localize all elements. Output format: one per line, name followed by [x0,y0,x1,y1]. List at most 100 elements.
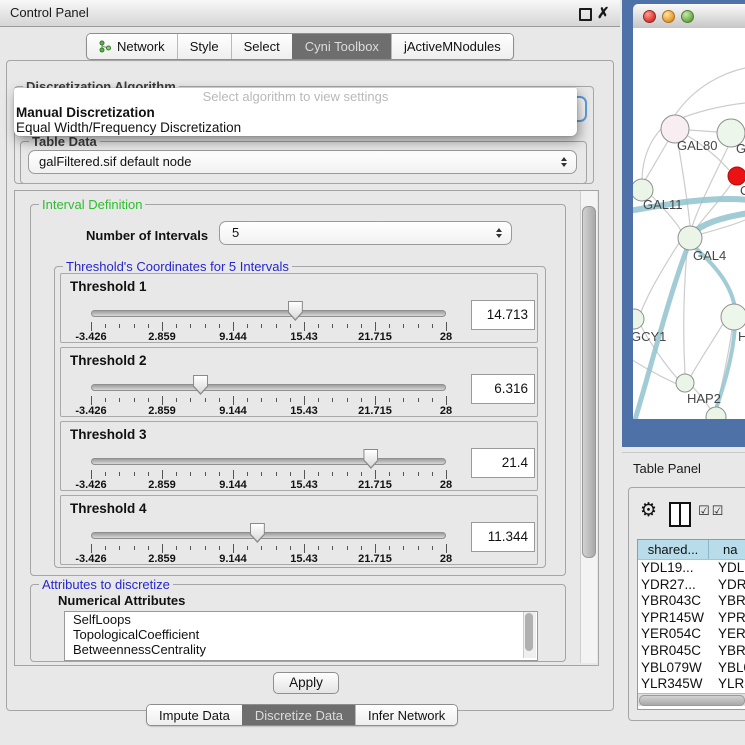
network-view-canvas[interactable]: GAL80 GA C GAL11 GAL4 GCY1 H HAP2 [633,28,745,419]
slider-tick [389,472,390,476]
node-bottom-partial[interactable] [706,407,726,419]
column-header-name[interactable]: na [709,540,745,559]
slider-thumb[interactable] [250,523,265,543]
attribute-item[interactable]: BetweennessCentrality [65,642,537,657]
table-row[interactable]: YLR345WYLR3 [638,676,745,693]
node-table-header: shared... na [638,540,745,560]
table-cell[interactable]: YDR27... [638,577,712,594]
threshold-3-value-field[interactable]: 21.4 [471,448,535,478]
table-cell[interactable]: YER0 [712,626,745,643]
slider-tick [304,396,305,405]
table-cell[interactable]: YBR0 [712,643,745,660]
table-cell[interactable]: YBR0 [712,593,745,610]
table-row[interactable]: YDR27...YDR2 [638,577,745,594]
close-traffic-light-icon[interactable] [643,10,656,23]
number-of-intervals-combobox[interactable]: 5 [219,221,512,245]
algorithm-option-equal-width-frequency[interactable]: Equal Width/Frequency Discretization [14,120,577,135]
close-icon[interactable]: ✗ [597,4,610,22]
slider-tick [290,472,291,476]
slider-track[interactable] [91,310,446,317]
table-row[interactable]: YBR043CYBR0 [638,593,745,610]
gear-icon[interactable]: ⚙ [640,499,657,521]
threshold-2-value-field[interactable]: 6.316 [471,374,535,404]
slider-tick [276,472,277,476]
minimize-traffic-light-icon[interactable] [662,10,675,23]
algorithm-option-manual-discretization[interactable]: Manual Discretization [14,105,577,120]
slider-tick-label: 9.144 [219,331,247,343]
slider-track[interactable] [91,532,446,539]
table-cell[interactable]: YBL0 [712,660,745,677]
table-row[interactable]: YBL079WYBL0 [638,660,745,677]
table-cell[interactable]: YLR345W [638,676,712,693]
slider-tick-label: 9.144 [219,405,247,417]
node-h[interactable] [721,304,745,330]
attribute-item[interactable]: SelfLoops [65,612,537,627]
node-table-body: YDL19...YDL1YDR27...YDR2YBR043CYBR0YPR14… [638,560,745,709]
slider-tick [290,324,291,328]
slider-tick [162,322,163,331]
slider-tick-label: -3.426 [75,405,106,417]
slider-tick [105,324,106,328]
slider-thumb[interactable] [193,375,208,395]
float-window-icon[interactable] [579,8,592,21]
table-row[interactable]: YER054CYER0 [638,626,745,643]
slider-tick [361,398,362,402]
attribute-item[interactable]: TopologicalCoefficient [65,627,537,642]
settings-scrollbar-thumb[interactable] [582,206,596,558]
slider-tick [290,398,291,402]
table-cell[interactable]: YDL19... [638,560,712,577]
table-data-combobox-value: galFiltered.sif default node [29,154,191,169]
table-data-combobox[interactable]: galFiltered.sif default node [28,150,577,174]
tab-cyni-toolbox[interactable]: Cyni Toolbox [292,34,391,59]
algorithm-popup-hint: Select algorithm to view settings [14,88,577,105]
node-hap2[interactable] [676,374,694,392]
attributes-scrollbar-thumb[interactable] [525,613,533,651]
tab-discretize-data[interactable]: Discretize Data [242,705,355,725]
table-panel-title: Table Panel [633,461,701,476]
tab-style[interactable]: Style [177,34,231,59]
table-cell[interactable]: YBL079W [638,660,712,677]
slider-track[interactable] [91,384,446,391]
table-row[interactable]: YPR145WYPR1 [638,610,745,627]
checkbox-icons[interactable]: ☑☑ [698,504,725,519]
slider-tick-labels: -3.4262.8599.14415.4321.71528 [91,479,446,491]
table-cell[interactable]: YBR043C [638,593,712,610]
slider-tick-row [91,544,446,553]
threshold-3-slider[interactable] [91,452,446,472]
slider-thumb[interactable] [288,301,303,321]
threshold-4-value-field[interactable]: 11.344 [471,522,535,552]
node-gal4[interactable] [678,226,702,250]
tab-select[interactable]: Select [231,34,292,59]
slider-tick [318,324,319,328]
numerical-attributes-list[interactable]: SelfLoopsTopologicalCoefficientBetweenne… [64,611,538,661]
slider-track[interactable] [91,458,446,465]
table-cell[interactable]: YPR145W [638,610,712,627]
table-hscrollbar-thumb[interactable] [639,695,745,706]
threshold-4-slider[interactable] [91,526,446,546]
threshold-1-slider[interactable] [91,304,446,324]
threshold-1-value-field[interactable]: 14.713 [471,300,535,330]
threshold-2-slider[interactable] [91,378,446,398]
table-hscrollbar-track[interactable] [638,693,745,706]
slider-tick [432,324,433,328]
tab-network[interactable]: Network [87,34,177,59]
table-cell[interactable]: YLR3 [712,676,745,693]
tab-impute-data[interactable]: Impute Data [147,705,242,725]
label-partial-top: GA [736,141,745,156]
tab-infer-network[interactable]: Infer Network [355,705,457,725]
slider-thumb[interactable] [363,449,378,469]
table-cell[interactable]: YDL1 [712,560,745,577]
tab-jactivemnodules[interactable]: jActiveMNodules [391,34,513,59]
table-cell[interactable]: YDR2 [712,577,745,594]
table-row[interactable]: YDL19...YDL1 [638,560,745,577]
table-cell[interactable]: YBR045C [638,643,712,660]
apply-button[interactable]: Apply [273,672,339,694]
node-gcy1[interactable] [633,309,644,329]
split-columns-icon[interactable] [669,502,691,527]
table-cell[interactable]: YER054C [638,626,712,643]
table-row[interactable]: YBR045CYBR0 [638,643,745,660]
slider-tick [403,398,404,402]
zoom-traffic-light-icon[interactable] [681,10,694,23]
column-header-shared[interactable]: shared... [638,540,709,559]
table-cell[interactable]: YPR1 [712,610,745,627]
